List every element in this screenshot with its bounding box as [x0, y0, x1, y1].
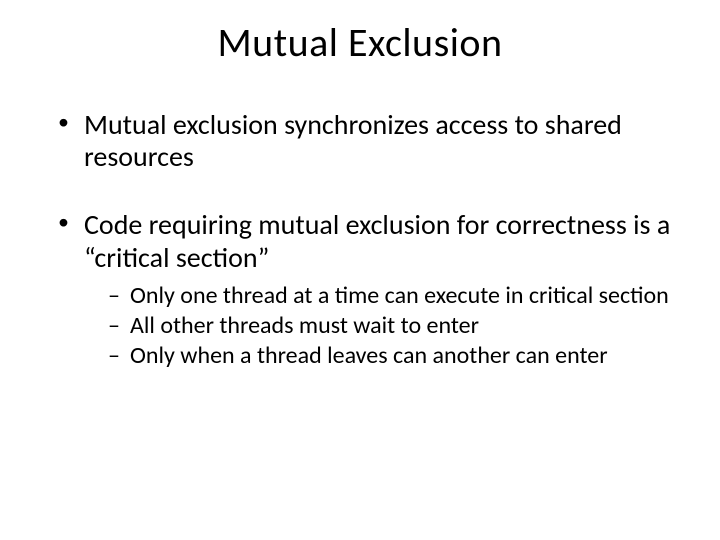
slide-title: Mutual Exclusion: [40, 18, 680, 67]
sub-item: All other threads must wait to enter: [108, 312, 680, 340]
bullet-list: Mutual exclusion synchronizes access to …: [40, 109, 680, 371]
sub-text: All other threads must wait to enter: [130, 311, 479, 340]
bullet-item: Code requiring mutual exclusion for corr…: [58, 209, 680, 370]
bullet-text: Mutual exclusion synchronizes access to …: [84, 107, 622, 174]
bullet-item: Mutual exclusion synchronizes access to …: [58, 109, 680, 173]
sub-item: Only one thread at a time can execute in…: [108, 282, 680, 310]
sub-list: Only one thread at a time can execute in…: [84, 282, 680, 371]
bullet-text: Code requiring mutual exclusion for corr…: [84, 207, 670, 274]
sub-text: Only one thread at a time can execute in…: [130, 281, 669, 310]
sub-item: Only when a thread leaves can another ca…: [108, 342, 680, 370]
slide: Mutual Exclusion Mutual exclusion synchr…: [0, 0, 720, 540]
sub-text: Only when a thread leaves can another ca…: [130, 341, 608, 370]
